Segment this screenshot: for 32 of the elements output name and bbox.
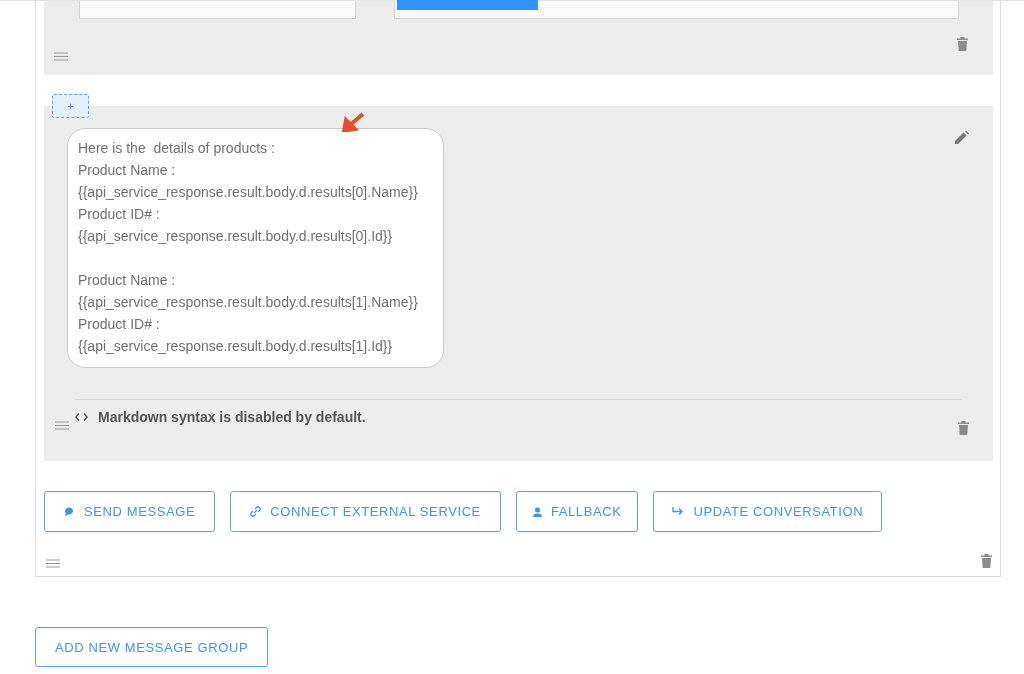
trash-icon[interactable]: [958, 421, 969, 435]
markdown-note: Markdown syntax is disabled by default.: [98, 409, 366, 425]
trash-icon[interactable]: [981, 554, 992, 568]
message-text: Product Name :: [78, 271, 177, 290]
trash-icon[interactable]: [957, 37, 968, 51]
arrow-right-icon: [672, 507, 685, 516]
input-field[interactable]: [79, 1, 356, 19]
message-text: {{api_service_response.result.body.d.results[0].Id}}: [78, 227, 394, 246]
link-icon: [250, 506, 262, 517]
message-text: Product Name :: [78, 161, 177, 180]
message-bubble[interactable]: [67, 128, 444, 368]
code-icon: [75, 413, 88, 421]
action-button[interactable]: FALLBACK: [515, 491, 639, 532]
drag-handle-icon[interactable]: [54, 52, 68, 61]
action-button[interactable]: SEND MESSAGE: [44, 491, 216, 532]
drag-handle-icon[interactable]: [55, 421, 69, 430]
input-field[interactable]: [394, 1, 959, 19]
person-icon: [532, 506, 542, 517]
pencil-icon[interactable]: [955, 130, 969, 144]
message-text: {{api_service_response.result.body.d.results[0].Name}}: [78, 183, 419, 202]
arrow-annotation-icon: [342, 112, 364, 132]
message-text: {{api_service_response.result.body.d.results[1].Id}}: [78, 337, 394, 356]
action-button[interactable]: CONNECT EXTERNAL SERVICE: [230, 491, 501, 532]
chat-bubble-icon: [64, 506, 75, 517]
action-button[interactable]: UPDATE CONVERSATION: [653, 491, 883, 532]
message-text: Product ID# :: [78, 205, 161, 224]
message-text: Product ID# :: [78, 315, 161, 334]
message-text: {{api_service_response.result.body.d.results[1].Name}}: [78, 293, 419, 312]
message-text: Here is the details of products :: [78, 139, 276, 158]
add-button[interactable]: +: [52, 94, 89, 118]
add-group-button[interactable]: ADD NEW MESSAGE GROUP: [35, 627, 269, 667]
drag-handle-icon[interactable]: [46, 559, 60, 568]
